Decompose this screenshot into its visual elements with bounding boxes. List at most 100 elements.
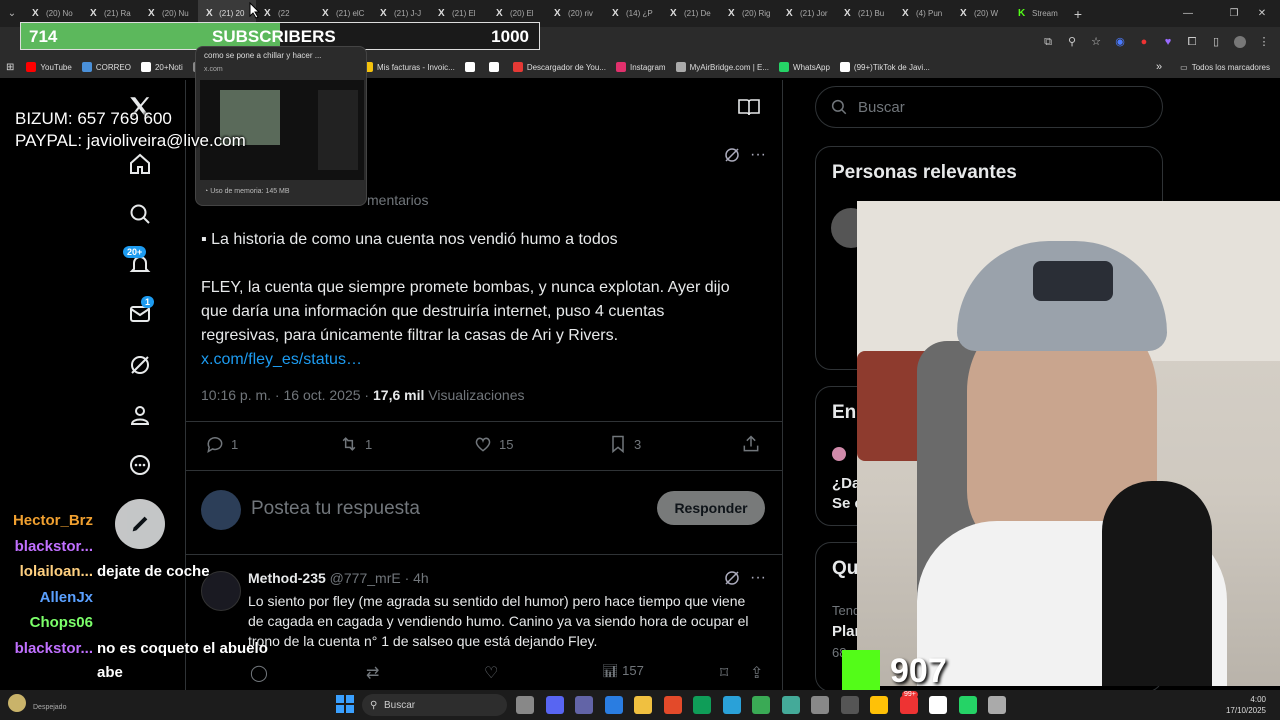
like-action[interactable]: 15: [473, 434, 513, 454]
taskbar-app-icon[interactable]: [575, 696, 593, 714]
chat-username[interactable]: blackstor...: [8, 538, 93, 555]
tab-label: (21) J-J: [394, 9, 422, 18]
reader-mode-icon[interactable]: [738, 98, 760, 121]
minimize-icon[interactable]: —: [1170, 0, 1206, 27]
chat-username[interactable]: blackstor...: [8, 640, 93, 657]
bookmarks-more-button[interactable]: »: [1156, 61, 1162, 73]
close-window-icon[interactable]: ✕: [1244, 0, 1280, 27]
comment-bookmark-icon[interactable]: ⌑: [720, 663, 728, 683]
weather-icon[interactable]: [8, 694, 26, 712]
browser-tab[interactable]: X (4) Pun: [894, 0, 952, 27]
taskbar-app-icon[interactable]: [516, 696, 534, 714]
taskbar-app-icon[interactable]: [870, 696, 888, 714]
taskbar-app-icon[interactable]: [929, 696, 947, 714]
tab-label: (21) Ra: [104, 9, 131, 18]
profile-icon[interactable]: [125, 400, 155, 430]
explore-icon[interactable]: [125, 199, 155, 229]
taskbar-app-icon[interactable]: [958, 696, 977, 714]
taskbar-app-icon[interactable]: [840, 696, 859, 714]
post-link[interactable]: x.com/fley_es/status…: [201, 348, 730, 372]
taskbar-clock[interactable]: 4:00 17/10/2025: [1226, 694, 1266, 716]
sidebar-icon[interactable]: ▯: [1210, 36, 1222, 48]
extensions-icon[interactable]: ⧠: [1186, 36, 1198, 48]
comment-like-icon[interactable]: ♡: [484, 663, 498, 683]
bookmark-item[interactable]: Mis facturas - Invoic...: [363, 62, 455, 72]
reply-button[interactable]: Responder: [657, 491, 765, 525]
post-fab-button[interactable]: [115, 499, 165, 549]
bookmark-item[interactable]: YouTube: [26, 62, 72, 72]
taskbar-app-icon[interactable]: [545, 696, 564, 714]
taskbar-app-icon[interactable]: [781, 696, 800, 714]
post-timestamp[interactable]: 10:16 p. m. · 16 oct. 2025 ·: [201, 387, 373, 403]
search-input[interactable]: Buscar: [815, 86, 1163, 128]
home-icon[interactable]: [125, 149, 155, 179]
extension-icon-red[interactable]: ●: [1138, 36, 1150, 48]
bookmark-item[interactable]: Instagram: [616, 62, 666, 72]
tab-label: (21) Jor: [800, 9, 828, 18]
chat-message: Chops06: [8, 614, 97, 631]
taskbar-app-icon[interactable]: [663, 696, 682, 714]
comment-reply-icon[interactable]: ◯: [250, 663, 268, 683]
microphone: [1102, 481, 1212, 686]
extension-icon-purple[interactable]: ♥: [1162, 36, 1174, 48]
chat-username[interactable]: Chops06: [8, 614, 93, 631]
weather-text[interactable]: Despejado: [33, 704, 66, 711]
taskbar-app-icon[interactable]: [634, 696, 652, 714]
star-icon[interactable]: ☆: [1090, 36, 1102, 48]
bookmark-item[interactable]: 20+Noti: [140, 62, 183, 72]
grok-icon[interactable]: [125, 350, 155, 380]
browser-tab[interactable]: X (21) Bu: [836, 0, 894, 27]
taskbar-app-icon[interactable]: [722, 696, 741, 714]
chat-username[interactable]: Hector_Brz: [8, 512, 93, 529]
browser-tab[interactable]: X (21) Jor: [778, 0, 836, 27]
profile-avatar[interactable]: [1234, 35, 1246, 48]
bookmark-action[interactable]: 3: [608, 434, 641, 454]
bookmark-item[interactable]: [464, 62, 479, 72]
comment-author[interactable]: Method-235: [248, 570, 326, 586]
browser-tab[interactable]: X (20) W: [952, 0, 1010, 27]
comment-share-icon[interactable]: ⇪: [750, 663, 763, 683]
taskbar-app-icon[interactable]: [988, 696, 1006, 714]
extension-icon[interactable]: ◉: [1114, 36, 1126, 48]
repost-action[interactable]: 1: [339, 434, 372, 454]
comment-grok-icon[interactable]: [723, 569, 741, 592]
comment-views[interactable]: 📊︎ 157: [602, 663, 644, 679]
reply-action[interactable]: 1: [205, 434, 238, 454]
comment-handle[interactable]: @777_mrE · 4h: [326, 570, 429, 586]
comment-repost-icon[interactable]: ⇄: [366, 663, 379, 683]
zoom-icon[interactable]: ⚲: [1066, 36, 1078, 48]
bookmark-item[interactable]: [488, 62, 503, 72]
all-bookmarks-button[interactable]: Todos los marcadores: [1192, 63, 1270, 72]
more-icon[interactable]: [125, 450, 155, 480]
bookmark-item[interactable]: (99+)TikTok de Javi...: [839, 62, 930, 72]
preview-memory: ◔ Uso de memoria: 145 MB: [204, 188, 290, 195]
taskbar-app-icon[interactable]: [811, 696, 829, 714]
bookmark-item[interactable]: CORREO: [81, 62, 131, 72]
bookmark-item[interactable]: WhatsApp: [779, 62, 830, 72]
reply-input[interactable]: Postea tu respuesta: [251, 498, 420, 520]
taskbar-app-icon[interactable]: [752, 696, 770, 714]
bookmark-item[interactable]: Descargador de You...: [512, 62, 606, 72]
start-button[interactable]: [336, 695, 354, 718]
browser-tab[interactable]: K Stream: [1010, 0, 1068, 27]
taskbar-search[interactable]: ⚲ Buscar: [362, 694, 507, 716]
bookmark-item[interactable]: MyAirBridge.com | E...: [675, 62, 769, 72]
browser-tab[interactable]: X (14) ¿P: [604, 0, 662, 27]
bookmark-label: Descargador de You...: [526, 62, 606, 72]
browser-tab[interactable]: X (20) riv: [546, 0, 604, 27]
comment-more-icon[interactable]: ···: [750, 569, 766, 587]
chat-username[interactable]: AllenJx: [8, 589, 93, 606]
chat-username[interactable]: lolailoan...: [8, 563, 93, 580]
new-tab-button[interactable]: +: [1068, 6, 1088, 22]
share-action[interactable]: [741, 434, 767, 454]
apps-grid-icon[interactable]: ⊞: [6, 62, 14, 73]
browser-menu-icon[interactable]: ⋮: [1258, 36, 1270, 48]
screen-share-icon[interactable]: ⧉: [1042, 36, 1054, 48]
taskbar-app-icon[interactable]: [604, 696, 623, 714]
grok-post-icon[interactable]: [723, 146, 741, 169]
browser-tab[interactable]: X (20) Rig: [720, 0, 778, 27]
taskbar-app-icon[interactable]: [899, 696, 918, 714]
browser-tab[interactable]: X (21) De: [662, 0, 720, 27]
post-more-icon[interactable]: ···: [750, 146, 766, 164]
taskbar-app-icon[interactable]: [693, 696, 711, 714]
